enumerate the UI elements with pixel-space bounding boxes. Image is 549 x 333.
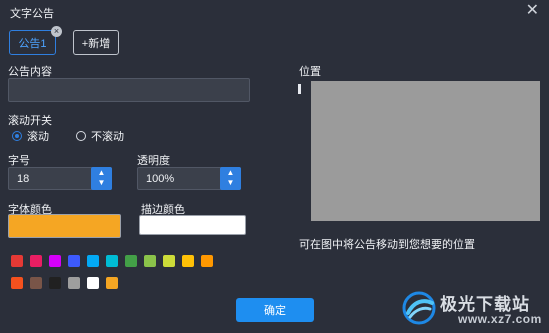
palette-swatch[interactable] xyxy=(106,255,118,267)
scroll-on-radio[interactable]: 滚动 xyxy=(12,128,49,144)
radio-checked-icon xyxy=(12,131,22,141)
palette-swatch[interactable] xyxy=(163,255,175,267)
close-icon[interactable]: ✕ xyxy=(526,3,539,19)
palette-swatch[interactable] xyxy=(87,277,99,289)
opacity-value: 100% xyxy=(146,173,175,185)
position-preview[interactable] xyxy=(311,81,540,221)
font-size-label: 字号 xyxy=(8,155,30,167)
palette-swatch[interactable] xyxy=(201,255,213,267)
scroll-switch-label: 滚动开关 xyxy=(8,115,52,127)
position-label: 位置 xyxy=(299,66,321,78)
tab-notice-label: 公告1 xyxy=(18,37,47,50)
font-size-value: 18 xyxy=(17,173,30,185)
spinner-arrows-icon[interactable]: ▲ ▼ xyxy=(220,167,241,190)
watermark: 极光下载站 www.xz7.com xyxy=(400,289,545,329)
position-marker[interactable] xyxy=(298,84,301,94)
scroll-off-radio[interactable]: 不滚动 xyxy=(76,128,124,144)
palette-swatch[interactable] xyxy=(11,255,23,267)
confirm-button[interactable]: 确定 xyxy=(236,298,314,322)
palette-swatch[interactable] xyxy=(30,277,42,289)
content-input[interactable] xyxy=(8,78,250,102)
scroll-off-label: 不滚动 xyxy=(91,131,124,143)
palette-swatch[interactable] xyxy=(49,255,61,267)
dialog-titlebar: 文字公告 ✕ xyxy=(0,0,549,24)
tab-close-icon[interactable]: × xyxy=(51,26,62,37)
font-color-picker[interactable] xyxy=(8,214,121,238)
opacity-label: 透明度 xyxy=(137,155,170,167)
opacity-stepper[interactable]: 100% ▲ ▼ xyxy=(137,167,241,190)
palette-swatch[interactable] xyxy=(11,277,23,289)
stroke-color-picker[interactable] xyxy=(139,215,246,235)
content-label: 公告内容 xyxy=(8,66,52,78)
palette-swatch[interactable] xyxy=(30,255,42,267)
spinner-arrows-icon[interactable]: ▲ ▼ xyxy=(91,167,112,190)
palette-swatch[interactable] xyxy=(68,277,80,289)
aurora-logo-icon xyxy=(402,291,436,325)
watermark-url: www.xz7.com xyxy=(458,312,542,326)
confirm-label: 确定 xyxy=(264,305,286,317)
palette-swatch[interactable] xyxy=(68,255,80,267)
radio-unchecked-icon xyxy=(76,131,86,141)
palette-swatch[interactable] xyxy=(106,277,118,289)
dialog-title: 文字公告 xyxy=(10,8,54,20)
add-notice-button[interactable]: +新增 xyxy=(73,30,119,55)
palette-swatch[interactable] xyxy=(182,255,194,267)
palette-swatch[interactable] xyxy=(144,255,156,267)
palette-swatch[interactable] xyxy=(87,255,99,267)
font-size-stepper[interactable]: 18 ▲ ▼ xyxy=(8,167,112,190)
position-hint: 可在图中将公告移动到您想要的位置 xyxy=(299,239,475,251)
palette-swatch[interactable] xyxy=(125,255,137,267)
add-notice-label: +新增 xyxy=(81,37,111,50)
palette-swatch[interactable] xyxy=(49,277,61,289)
tab-notice-1[interactable]: 公告1 xyxy=(9,30,56,55)
scroll-on-label: 滚动 xyxy=(27,131,49,143)
